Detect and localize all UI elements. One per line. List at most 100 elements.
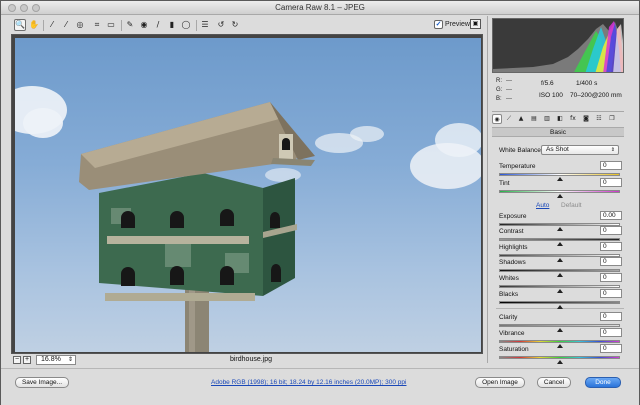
vibrance-field[interactable]: 0 [600,328,622,337]
toolbar-separator [121,20,122,31]
done-button[interactable]: Done [585,377,621,388]
slider-thumb[interactable] [556,194,563,198]
graduated-filter-tool-icon[interactable]: ▮ [166,19,178,31]
tab-snapshots-icon[interactable]: ❐ [607,114,617,124]
contrast-field[interactable]: 0 [600,226,622,235]
image-filename: birdhouse.jpg [229,356,273,363]
r-readout-value: --- [506,78,512,84]
contrast-slider[interactable] [499,238,620,241]
temperature-slider[interactable] [499,173,620,176]
lens-value: 70–200@200 mm [570,92,622,99]
tint-label: Tint [499,180,510,187]
r-readout-label: R: [496,78,502,84]
zoom-out-button[interactable]: − [13,356,21,364]
b-readout-value: --- [506,96,512,102]
saturation-label: Saturation [499,346,529,353]
color-sampler-tool-icon[interactable]: ⁄ [60,19,72,31]
white-balance-label: White Balance: [499,147,543,154]
open-image-button[interactable]: Open Image [475,377,525,388]
b-readout-label: B: [496,96,502,102]
red-eye-tool-icon[interactable]: ◉ [138,19,150,31]
white-balance-tool-icon[interactable]: ⁄ [46,19,58,31]
workflow-options-link[interactable]: Adobe RGB (1998); 16 bit; 18.24 by 12.16… [211,379,406,386]
vibrance-slider[interactable] [499,340,620,343]
slider-thumb[interactable] [556,305,563,309]
exposure-label: Exposure [499,213,527,220]
window-title: Camera Raw 8.1 – JPEG [275,3,365,12]
slider-thumb[interactable] [556,328,563,332]
slider-thumb[interactable] [556,227,563,231]
image-canvas[interactable] [11,34,483,354]
blacks-field[interactable]: 0 [600,289,622,298]
fullscreen-toggle-icon[interactable]: ▣ [470,19,481,29]
zoom-in-button[interactable]: + [23,356,31,364]
tab-presets-icon[interactable]: ☷ [594,114,604,124]
white-balance-select[interactable]: As Shot ⇕ [541,145,619,155]
tint-slider[interactable] [499,190,620,193]
zoom-level-value: 16.8% [41,356,61,363]
whites-slider[interactable] [499,285,620,288]
clarity-label: Clarity [499,314,518,321]
panel-tab-strip: ◉ ⟋ ▲ ▤ ▥ ◧ fx ◙ ☷ ❐ [492,114,624,126]
auto-link[interactable]: Auto [536,202,549,209]
saturation-slider[interactable] [499,356,620,359]
hand-tool-icon[interactable]: ✋ [28,19,40,31]
tab-tone-curve-icon[interactable]: ⟋ [504,114,514,124]
rotate-cw-icon[interactable]: ↻ [229,19,241,31]
radial-filter-tool-icon[interactable]: ◯ [180,19,192,31]
crop-tool-icon[interactable]: ⌗ [91,19,103,31]
whites-label: Whites [499,275,519,282]
slider-thumb[interactable] [556,344,563,348]
status-bar: − + 16.8% ⇕ birdhouse.jpg [11,354,483,366]
shadows-label: Shadows [499,259,526,266]
tab-hsl-icon[interactable]: ▤ [529,114,539,124]
histogram[interactable] [492,18,624,73]
tab-lens-corrections-icon[interactable]: ◧ [555,114,565,124]
zoom-level-select[interactable]: 16.8% ⇕ [36,355,76,365]
highlights-label: Highlights [499,244,528,251]
g-readout-value: --- [506,87,512,93]
adjustment-brush-tool-icon[interactable]: / [152,19,164,31]
tab-split-toning-icon[interactable]: ▥ [542,114,552,124]
shadows-slider[interactable] [499,269,620,272]
chevron-updown-icon: ⇕ [67,357,73,363]
rotate-ccw-icon[interactable]: ↺ [215,19,227,31]
slider-thumb[interactable] [556,258,563,262]
straighten-tool-icon[interactable]: ▭ [105,19,117,31]
blacks-slider[interactable] [499,301,620,304]
blacks-label: Blacks [499,291,519,298]
clarity-field[interactable]: 0 [600,312,622,321]
highlights-field[interactable]: 0 [600,242,622,251]
spot-removal-tool-icon[interactable]: ✎ [124,19,136,31]
slider-thumb[interactable] [556,242,563,246]
saturation-field[interactable]: 0 [600,344,622,353]
slider-thumb[interactable] [556,273,563,277]
tab-camera-calibration-icon[interactable]: ◙ [581,114,591,124]
preview-label: Preview [445,21,470,28]
slider-thumb[interactable] [556,360,563,364]
clarity-slider[interactable] [499,324,620,327]
contrast-label: Contrast [499,228,524,235]
targeted-adjustment-tool-icon[interactable]: ◎ [74,19,86,31]
toolbar-separator [43,20,44,31]
cancel-button[interactable]: Cancel [537,377,571,388]
tool-bar: 🔍 ✋ ⁄ ⁄ ◎ ⌗ ▭ ✎ ◉ / ▮ ◯ ☰ ↺ ↻ [1,16,483,36]
temperature-field[interactable]: 0 [600,161,622,170]
tab-basic-icon[interactable]: ◉ [492,114,502,124]
tab-effects-icon[interactable]: fx [568,114,578,124]
save-image-button[interactable]: Save Image... [15,377,69,388]
shadows-field[interactable]: 0 [600,257,622,266]
tab-detail-icon[interactable]: ▲ [516,114,526,124]
default-link[interactable]: Default [561,202,582,209]
tint-field[interactable]: 0 [600,178,622,187]
zoom-tool-icon[interactable]: 🔍 [14,19,26,31]
preferences-tool-icon[interactable]: ☰ [199,19,211,31]
whites-field[interactable]: 0 [600,273,622,282]
preview-checkbox[interactable]: ✓ [434,20,443,29]
exposure-field[interactable]: 0.00 [600,211,622,220]
white-balance-value: As Shot [546,146,569,153]
slider-thumb[interactable] [556,289,563,293]
slider-thumb[interactable] [556,177,563,181]
iso-value: ISO 100 [539,92,563,99]
birdhouse-illustration [79,102,315,352]
